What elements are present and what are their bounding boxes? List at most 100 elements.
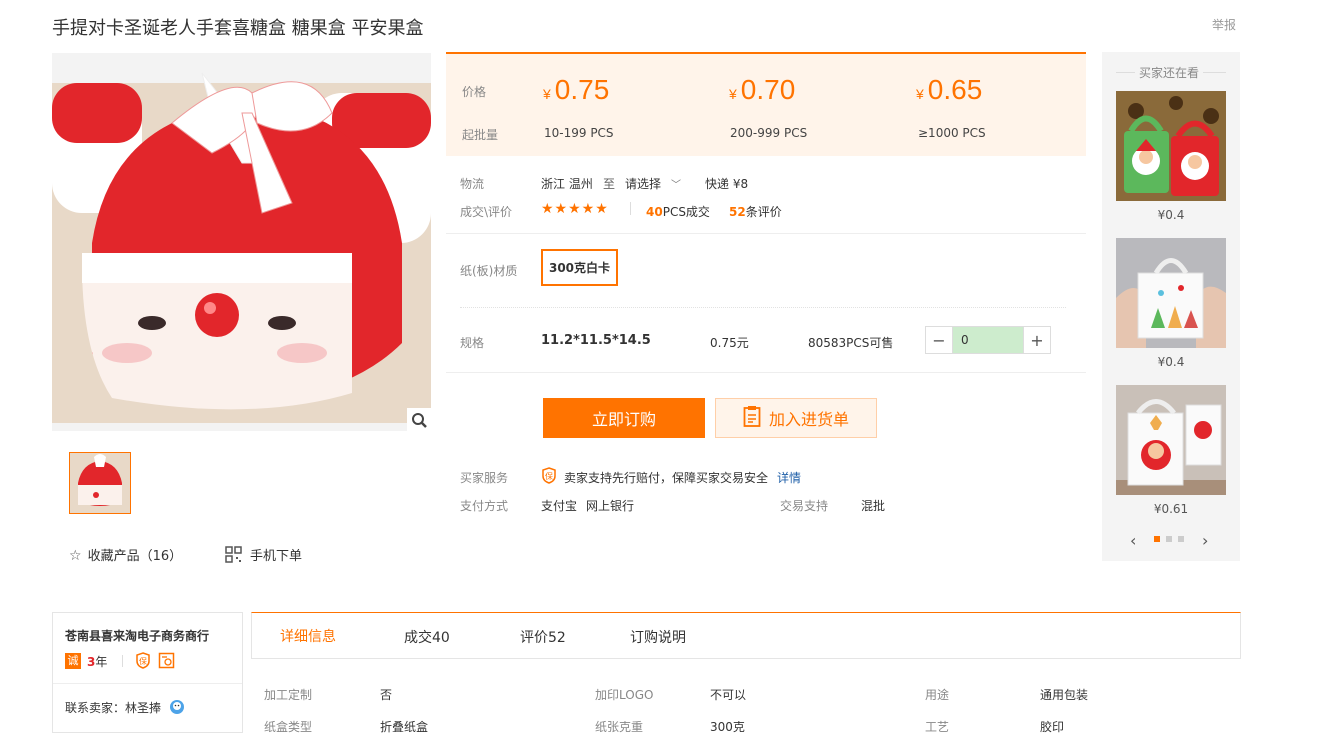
price-panel: 价格 起批量 ¥0.75 10-199 PCS ¥0.70 200-999 PC… — [446, 52, 1086, 156]
increase-button[interactable]: + — [1023, 327, 1050, 353]
add-to-cart-button[interactable]: 加入进货单 — [715, 398, 877, 438]
spec-price: 0.75元 — [710, 336, 749, 350]
detail-label: 纸张克重 — [595, 720, 644, 734]
also-viewed-item-price: ¥0.4 — [1157, 208, 1185, 222]
divider — [460, 307, 1066, 308]
express-fee: 快递 ¥8 — [705, 177, 749, 191]
carousel-dot[interactable] — [1178, 536, 1184, 542]
integrity-icon: 诚 — [65, 653, 81, 669]
also-viewed-item-image[interactable] — [1116, 91, 1226, 201]
chevron-left-icon[interactable]: ‹ — [1130, 531, 1136, 550]
add-to-cart-label: 加入进货单 — [768, 410, 849, 429]
destination-select[interactable]: 请选择 ﹀ — [625, 175, 681, 192]
ship-from: 浙江 温州 — [541, 177, 593, 191]
report-link[interactable]: 举报 — [1212, 16, 1236, 33]
spec-size: 11.2*11.5*14.5 — [541, 333, 651, 348]
divider — [630, 202, 631, 215]
main-product-image[interactable] — [52, 53, 431, 431]
divider — [446, 233, 1086, 234]
detail-label: 加印LOGO — [595, 688, 654, 702]
clipboard-icon — [743, 405, 761, 431]
spec-label: 规格 — [460, 336, 485, 350]
detail-value: 折叠纸盒 — [380, 720, 429, 734]
divider — [53, 683, 242, 684]
logistics-label: 物流 — [460, 177, 485, 191]
svg-text:保: 保 — [139, 656, 147, 666]
detail-label: 加工定制 — [264, 688, 313, 702]
shield-icon: 保 — [541, 467, 557, 488]
mobile-order-button[interactable]: 手机下单 — [225, 545, 302, 567]
also-viewed-title: 买家还在看 — [1135, 64, 1204, 81]
detail-label: 用途 — [925, 688, 950, 702]
buy-now-button[interactable]: 立即订购 — [543, 398, 705, 438]
detail-label: 工艺 — [925, 720, 950, 734]
price-tier-1: ¥0.75 — [543, 74, 610, 105]
certificate-icon — [158, 652, 175, 673]
payment-bank: 网上银行 — [586, 499, 635, 513]
zoom-icon[interactable] — [407, 408, 431, 432]
carousel-dot-active[interactable] — [1154, 536, 1160, 542]
material-option-300g[interactable]: 300克白卡 — [541, 249, 618, 286]
reviews-count[interactable]: 52条评价 — [729, 203, 782, 220]
qty-tier-3: ≥1000 PCS — [918, 126, 986, 140]
detail-value: 通用包装 — [1040, 688, 1089, 702]
divider — [122, 655, 123, 667]
carousel-indicator — [1154, 536, 1184, 542]
divider — [446, 372, 1086, 373]
also-viewed-item-image[interactable] — [1116, 238, 1226, 348]
deals-label: 成交\评价 — [460, 205, 513, 219]
ship-to-word: 至 — [603, 177, 616, 191]
buyer-service-text: 卖家支持先行赔付，保障买家交易安全 — [564, 471, 769, 485]
detail-tabs: 详细信息 成交40 评价52 订购说明 — [251, 612, 1241, 659]
also-viewed-item-price: ¥0.61 — [1153, 502, 1189, 516]
chat-icon[interactable] — [169, 699, 185, 718]
chevron-right-icon[interactable]: › — [1202, 531, 1208, 550]
spec-stock: 80583PCS可售 — [808, 336, 894, 350]
star-outline-icon: ☆ — [69, 548, 82, 564]
detail-value: 胶印 — [1040, 720, 1065, 734]
material-label: 纸(板)材质 — [460, 264, 518, 278]
tab-reviews[interactable]: 评价52 — [520, 627, 566, 647]
buyer-service-label: 买家服务 — [460, 471, 509, 485]
also-viewed-item-price: ¥0.4 — [1157, 355, 1185, 369]
tab-order-notes[interactable]: 订购说明 — [630, 627, 686, 647]
mobile-order-label: 手机下单 — [250, 549, 303, 564]
payment-label: 支付方式 — [460, 499, 509, 513]
detail-value: 不可以 — [710, 688, 747, 702]
contact-seller[interactable]: 联系卖家：林圣捧 — [65, 699, 185, 718]
deals-count[interactable]: 40PCS成交 — [646, 203, 710, 220]
guarantee-icon: 保 — [135, 652, 151, 673]
chevron-down-icon: ﹀ — [671, 180, 682, 191]
also-viewed-item-image[interactable] — [1116, 385, 1226, 495]
quantity-stepper: − 0 + — [925, 326, 1051, 354]
favorite-label: 收藏产品（16） — [87, 549, 183, 564]
product-title: 手提对卡圣诞老人手套喜糖盒 糖果盒 平安果盒 — [52, 18, 424, 39]
detail-value: 300克 — [710, 720, 745, 734]
svg-text:保: 保 — [545, 471, 553, 481]
qty-tier-1: 10-199 PCS — [544, 126, 614, 140]
trade-support-label: 交易支持 — [780, 499, 829, 513]
price-label: 价格 — [462, 85, 487, 99]
price-tier-3: ¥0.65 — [916, 74, 983, 105]
price-tier-2: ¥0.70 — [729, 74, 796, 105]
shop-name[interactable]: 苍南县喜来淘电子商务商行 — [65, 627, 209, 644]
payment-alipay: 支付宝 — [541, 499, 578, 513]
favorite-button[interactable]: ☆ 收藏产品（16） — [69, 545, 182, 564]
decrease-button[interactable]: − — [926, 327, 953, 353]
quantity-input[interactable]: 0 — [953, 327, 1023, 353]
qrcode-icon — [225, 546, 242, 567]
shop-years: 3年 — [87, 655, 108, 669]
detail-label: 纸盒类型 — [264, 720, 313, 734]
shop-info-panel: 苍南县喜来淘电子商务商行 诚 3年 保 联系卖家：林圣捧 — [52, 612, 243, 733]
qty-tier-2: 200-999 PCS — [730, 126, 808, 140]
min-qty-label: 起批量 — [462, 128, 499, 142]
rating-stars: ★★★★★ — [541, 201, 609, 217]
tab-deals[interactable]: 成交40 — [404, 627, 450, 647]
service-details-link[interactable]: 详情 — [777, 469, 801, 486]
trade-support-value: 混批 — [861, 499, 886, 513]
also-viewed-panel: 买家还在看 ¥0.4 ¥0.4 ¥0.61 ‹ › — [1102, 52, 1240, 561]
carousel-dot[interactable] — [1166, 536, 1172, 542]
tab-details[interactable]: 详细信息 — [280, 626, 336, 646]
thumbnail-image[interactable] — [69, 452, 131, 514]
detail-value: 否 — [380, 688, 393, 702]
